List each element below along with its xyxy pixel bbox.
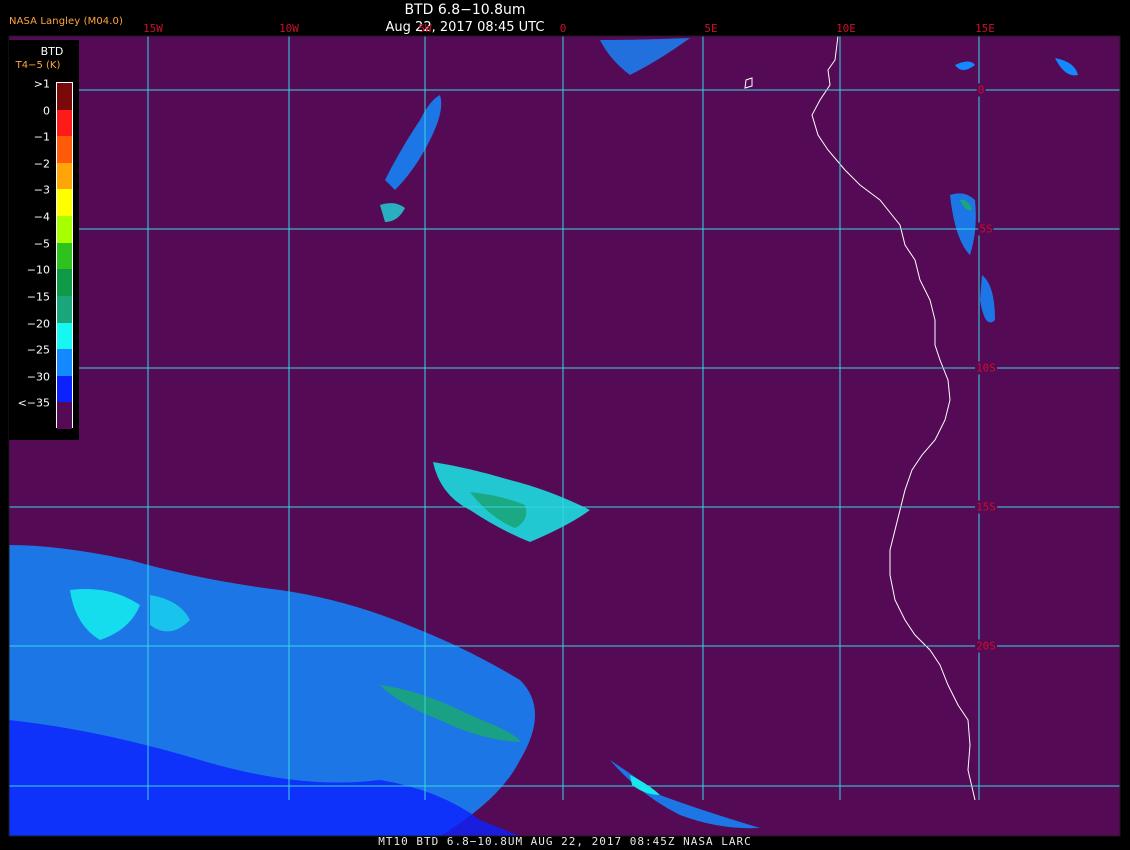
legend-swatch [57,136,72,164]
legend-subtitle: T4−5 (K) [15,60,61,71]
lat-label-5s: 5S [978,222,994,236]
lon-label-10w: 10W [279,22,299,35]
lon-label-15e: 15E [975,22,995,35]
legend-swatch [57,109,72,137]
lat-label-10s: 10S [975,361,997,375]
legend-title: BTD [40,45,64,58]
legend-label: −2 [33,157,50,171]
chart-title: BTD 6.8−10.8um [404,2,526,18]
legend-label: >1 [33,77,50,91]
legend-label: 0 [43,104,50,118]
legend-swatch [57,242,72,270]
legend-label: −1 [33,130,50,144]
legend-swatch [57,269,72,297]
legend-swatch [57,83,72,111]
org-label: NASA Langley (M04.0) [9,16,123,27]
legend-swatch [57,402,72,430]
legend-label: <−35 [17,396,50,410]
legend-swatch [57,375,72,403]
legend-swatch [57,162,72,190]
legend-label: −3 [33,183,50,197]
legend-swatch [57,216,72,244]
legend-swatch [57,349,72,377]
lon-label-15w: 15W [143,22,163,35]
legend-color-bar [56,82,73,430]
satellite-map [8,35,1121,837]
legend-label: −15 [26,290,50,304]
lat-label-0: 0 [976,83,986,97]
legend-label: −5 [33,237,50,251]
lat-label-15s: 15S [975,500,997,514]
lat-label-20s: 20S [975,639,997,653]
color-legend: BTD T4−5 (K) >1 0 −1 −2 −3 −4 −5 −10 −15 −20 −25 −3… [9,40,79,440]
lon-label-0: 0 [559,22,567,35]
bottom-caption: MT10 BTD 6.8−10.8UM AUG 22, 2017 08:45Z … [378,835,752,848]
legend-label: −25 [26,343,50,357]
legend-swatch [57,322,72,350]
legend-label: −20 [26,317,50,331]
legend-label: −10 [26,263,50,277]
chart-timestamp: Aug 22, 2017 08:45 UTC [385,20,545,35]
legend-swatch [57,295,72,324]
legend-label: −4 [33,210,50,224]
lon-label-5e: 5E [704,22,718,35]
lon-label-10e: 10E [836,22,856,35]
legend-label: −30 [26,370,50,384]
lon-label-5w: 5W [418,22,432,35]
legend-swatch [57,189,72,217]
